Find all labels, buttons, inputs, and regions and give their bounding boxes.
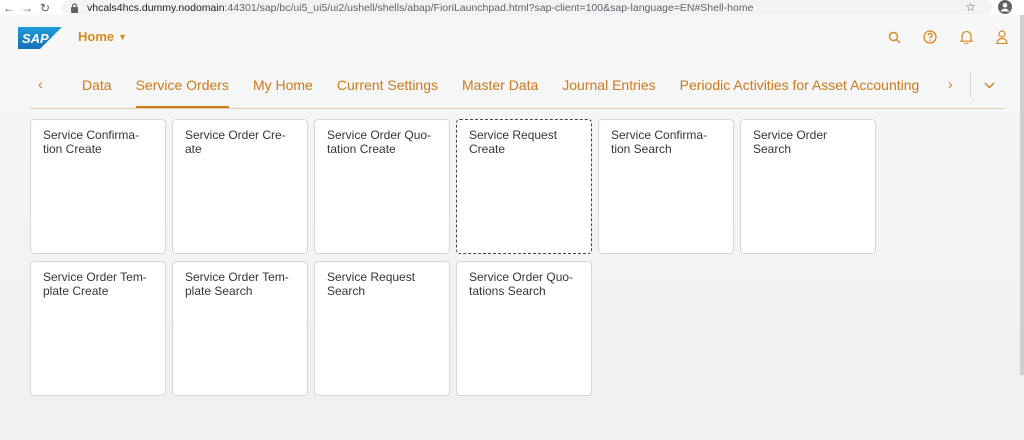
arrow-left-icon[interactable]: ← <box>0 1 18 15</box>
user-profile-icon[interactable] <box>994 29 1010 45</box>
tile-service-confirmation-search[interactable]: Service Confirma-tion Search <box>598 119 734 254</box>
tile-title: Service Request Create <box>469 128 558 156</box>
address-bar[interactable]: vhcals4hcs.dummy.nodomain:44301/sap/bc/u… <box>62 0 992 15</box>
tile-title: Service Confirma-tion Search <box>611 128 708 156</box>
tile-service-request-create[interactable]: Service Request Create <box>456 119 592 254</box>
tile-title: Service Order Search <box>753 128 828 156</box>
bookmark-star-icon[interactable]: ☆ <box>965 0 976 14</box>
profile-avatar-icon[interactable] <box>998 0 1012 14</box>
vertical-scrollbar[interactable] <box>1020 15 1024 375</box>
search-icon[interactable] <box>886 29 902 45</box>
tile-title: Service Order Cre-ate <box>185 128 286 156</box>
tab-label: Master Data <box>462 77 539 93</box>
tab-data[interactable]: Data <box>70 62 124 108</box>
url-path: :44301/sap/bc/ui5_ui5/ui2/ushell/shells/… <box>224 1 754 14</box>
tab-current-settings[interactable]: Current Settings <box>325 62 450 108</box>
tile-service-order-quotations-search[interactable]: Service Order Quo-tations Search <box>456 261 592 396</box>
help-icon[interactable] <box>922 29 938 45</box>
tile-title: Service Order Quo-tations Search <box>469 270 574 298</box>
browser-toolbar: ← → ↻ vhcals4hcs.dummy.nodomain:44301/sa… <box>0 0 1024 15</box>
lock-icon <box>70 3 79 13</box>
tile-title: Service Order Tem-plate Create <box>43 270 147 298</box>
tab-label: Current Settings <box>336 77 439 93</box>
arrow-right-icon[interactable]: → <box>18 1 36 15</box>
tile-title: Service Order Quo-tation Create <box>327 128 432 156</box>
tab-truncated[interactable]: F <box>931 62 938 108</box>
tile-service-order-template-create[interactable]: Service Order Tem-plate Create <box>30 261 166 396</box>
chevron-left-icon[interactable]: ‹ <box>38 76 43 92</box>
tile-service-order-search[interactable]: Service Order Search <box>740 119 876 254</box>
tile-service-order-template-search[interactable]: Service Order Tem-plate Search <box>172 261 308 396</box>
reload-icon[interactable]: ↻ <box>36 1 54 15</box>
home-label: Home <box>78 29 115 44</box>
launchpad-shell: SAP Home ▼ ‹ Data Service Orders My Home… <box>0 15 1024 440</box>
home-menu-button[interactable]: Home ▼ <box>78 29 127 44</box>
anchor-tab-bar: ‹ Data Service Orders My Home Current Se… <box>30 62 1004 109</box>
sap-logo[interactable]: SAP <box>18 27 62 54</box>
tab-master-data[interactable]: Master Data <box>450 62 550 108</box>
tile-title: Service Request Search <box>327 270 416 298</box>
tile-service-request-search[interactable]: Service Request Search <box>314 261 450 396</box>
url-host: vhcals4hcs.dummy.nodomain <box>87 1 225 14</box>
tab-label: My Home <box>252 77 313 93</box>
url-text: vhcals4hcs.dummy.nodomain:44301/sap/bc/u… <box>87 2 753 14</box>
tab-label: Periodic Activities for Asset Accounting <box>679 77 920 93</box>
tab-list: Data Service Orders My Home Current Sett… <box>70 62 938 108</box>
tab-periodic-activities-asset-accounting[interactable]: Periodic Activities for Asset Accounting <box>668 62 932 108</box>
tab-service-orders[interactable]: Service Orders <box>124 62 241 108</box>
tab-journal-entries[interactable]: Journal Entries <box>550 62 667 108</box>
tab-divider <box>970 72 971 98</box>
tile-service-order-create[interactable]: Service Order Cre-ate <box>172 119 308 254</box>
shell-header: SAP Home ▼ <box>0 15 1024 63</box>
caret-down-icon: ▼ <box>118 31 128 42</box>
tab-label: Service Orders <box>135 77 229 93</box>
sap-logo-text: SAP <box>22 31 49 46</box>
tile-service-confirmation-create[interactable]: Service Confirma-tion Create <box>30 119 166 254</box>
tile-title: Service Order Tem-plate Search <box>185 270 289 298</box>
chevron-down-icon[interactable] <box>984 78 995 92</box>
tile-service-order-quotation-create[interactable]: Service Order Quo-tation Create <box>314 119 450 254</box>
tab-my-home[interactable]: My Home <box>241 62 325 108</box>
notifications-bell-icon[interactable] <box>958 29 974 45</box>
chevron-right-icon[interactable]: › <box>948 76 953 92</box>
tile-title: Service Confirma-tion Create <box>43 128 140 156</box>
tab-label: Data <box>82 77 112 93</box>
tab-label: Journal Entries <box>562 77 656 93</box>
